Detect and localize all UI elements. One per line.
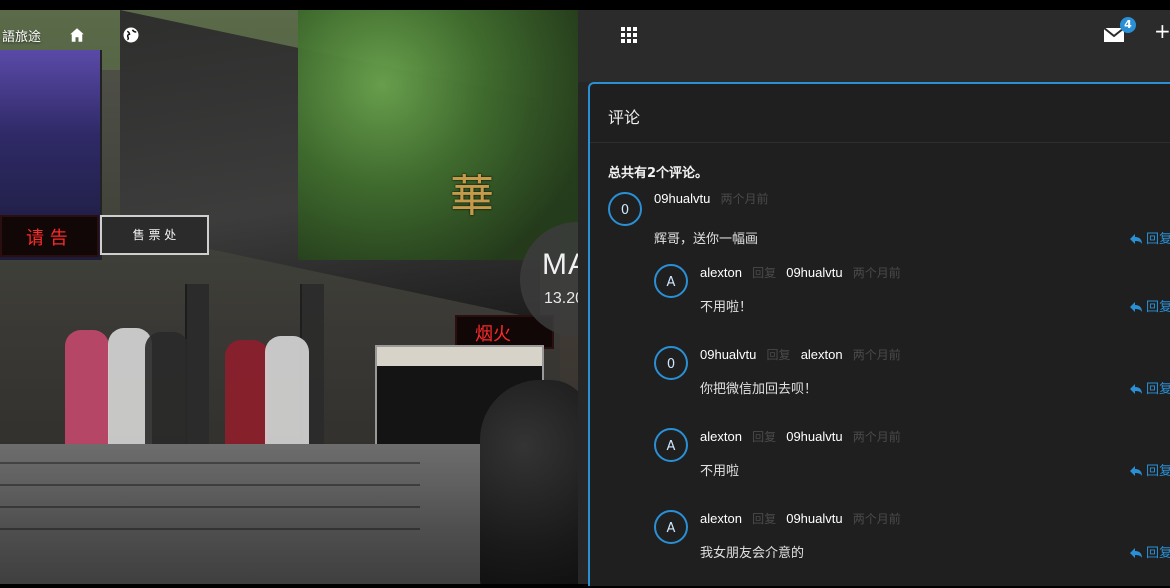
reply-button[interactable]: 回复 xyxy=(1129,296,1170,315)
step-line xyxy=(0,462,420,464)
left-top-nav: 語旅途 xyxy=(0,10,578,58)
reply-verb: 回复 xyxy=(766,348,791,362)
comment-meta: 09hualvtu 回复 alexton 两个月前 xyxy=(700,346,901,363)
reply-label: 回复 xyxy=(1145,232,1170,247)
comment-target-user[interactable]: 09hualvtu xyxy=(786,429,842,444)
comment-target-user[interactable]: alexton xyxy=(801,347,843,362)
comment-user[interactable]: 09hualvtu xyxy=(654,191,710,206)
comments-title: 评论 xyxy=(608,108,641,127)
comment-time: 两个月前 xyxy=(852,266,901,280)
avatar[interactable]: A xyxy=(654,428,688,462)
comment-time: 两个月前 xyxy=(852,512,901,526)
reply-icon xyxy=(1129,466,1142,476)
reply-button[interactable]: 回复 xyxy=(1129,460,1170,479)
brand-logo-text[interactable]: 語旅途 xyxy=(2,26,41,45)
comment-target-user[interactable]: 09hualvtu xyxy=(786,511,842,526)
reply-label: 回复 xyxy=(1145,382,1170,397)
photo-backpack xyxy=(480,380,578,584)
reply-icon xyxy=(1129,302,1142,312)
comment-user[interactable]: 09hualvtu xyxy=(700,347,756,362)
comments-total: 总共有2个评论。 xyxy=(608,166,709,181)
comment-meta: 09hualvtu 两个月前 xyxy=(654,190,769,207)
top-black-strip xyxy=(0,0,1170,10)
reply-button[interactable]: 回复 xyxy=(1129,378,1170,397)
comment-time: 两个月前 xyxy=(852,348,901,362)
comment-text: 辉哥，送你一幅画 xyxy=(654,232,759,247)
reply-icon xyxy=(1129,548,1142,558)
comment-time: 两个月前 xyxy=(852,430,901,444)
comment-text: 你把微信加回去呗！ xyxy=(700,382,818,397)
top-bar xyxy=(578,10,1170,82)
comment-item: A alexton 回复 09hualvtu 两个月前 不用啦 回复 xyxy=(590,428,1170,506)
reply-label: 回复 xyxy=(1145,464,1170,479)
comments-card-header: 评论 xyxy=(590,84,1170,143)
photo-big-sign: 華 xyxy=(450,160,496,240)
reply-verb: 回复 xyxy=(752,266,777,280)
comment-item: 0 09hualvtu 回复 alexton 两个月前 你把微信加回去呗！ 回复 xyxy=(590,346,1170,424)
reply-button[interactable]: 回复 xyxy=(1129,542,1170,561)
reply-verb: 回复 xyxy=(752,430,777,444)
reply-icon xyxy=(1129,384,1142,394)
big-sign-char: 華 xyxy=(450,171,494,222)
avatar[interactable]: 0 xyxy=(654,346,688,380)
comment-item: A alexton 回复 09hualvtu 两个月前 我女朋友会介意的 回复 xyxy=(590,510,1170,588)
reply-label: 回复 xyxy=(1145,300,1170,315)
globe-icon[interactable] xyxy=(122,26,140,44)
step-line xyxy=(0,528,420,530)
background-photo: 请 告 售 票 处 華 烟火 xyxy=(0,10,578,584)
comment-meta: alexton 回复 09hualvtu 两个月前 xyxy=(700,264,901,281)
photo-led-left-text: 请 告 xyxy=(26,228,68,249)
plus-icon[interactable]: + xyxy=(1154,21,1170,41)
reply-verb: 回复 xyxy=(752,512,777,526)
avatar[interactable]: A xyxy=(654,510,688,544)
step-line xyxy=(0,484,420,486)
comment-item: A alexton 回复 09hualvtu 两个月前 不用啦！ 回复 xyxy=(590,264,1170,342)
step-line xyxy=(0,506,420,508)
ticket-sign-text: 售 票 处 xyxy=(132,228,177,242)
avatar[interactable]: A xyxy=(654,264,688,298)
grid-icon[interactable] xyxy=(620,26,638,44)
reply-label: 回复 xyxy=(1145,546,1170,561)
photo-led-right-text: 烟火 xyxy=(475,324,511,345)
reply-button[interactable]: 回复 xyxy=(1129,228,1170,247)
mail-count-badge: 4 xyxy=(1120,17,1136,33)
comment-item: 0 09hualvtu 两个月前 辉哥，送你一幅画 回复 xyxy=(590,190,1170,268)
comment-meta: alexton 回复 09hualvtu 两个月前 xyxy=(700,428,901,445)
comment-text: 我女朋友会介意的 xyxy=(700,546,805,561)
avatar[interactable]: 0 xyxy=(608,192,642,226)
comment-text: 不用啦 xyxy=(700,464,740,479)
reply-icon xyxy=(1129,234,1142,244)
comment-meta: alexton 回复 09hualvtu 两个月前 xyxy=(700,510,901,527)
comment-user[interactable]: alexton xyxy=(700,511,742,526)
comment-user[interactable]: alexton xyxy=(700,429,742,444)
comment-target-user[interactable]: 09hualvtu xyxy=(786,265,842,280)
photo-ticket-sign: 售 票 处 xyxy=(100,215,209,255)
comment-text: 不用啦！ xyxy=(700,300,753,315)
comment-time: 两个月前 xyxy=(720,192,769,206)
comment-user[interactable]: alexton xyxy=(700,265,742,280)
comments-card: 评论 总共有2个评论。 0 09hualvtu 两个月前 辉哥，送你一幅画 回复… xyxy=(588,82,1170,586)
photo-led-red-left: 请 告 xyxy=(0,215,99,257)
home-icon[interactable] xyxy=(68,26,86,44)
